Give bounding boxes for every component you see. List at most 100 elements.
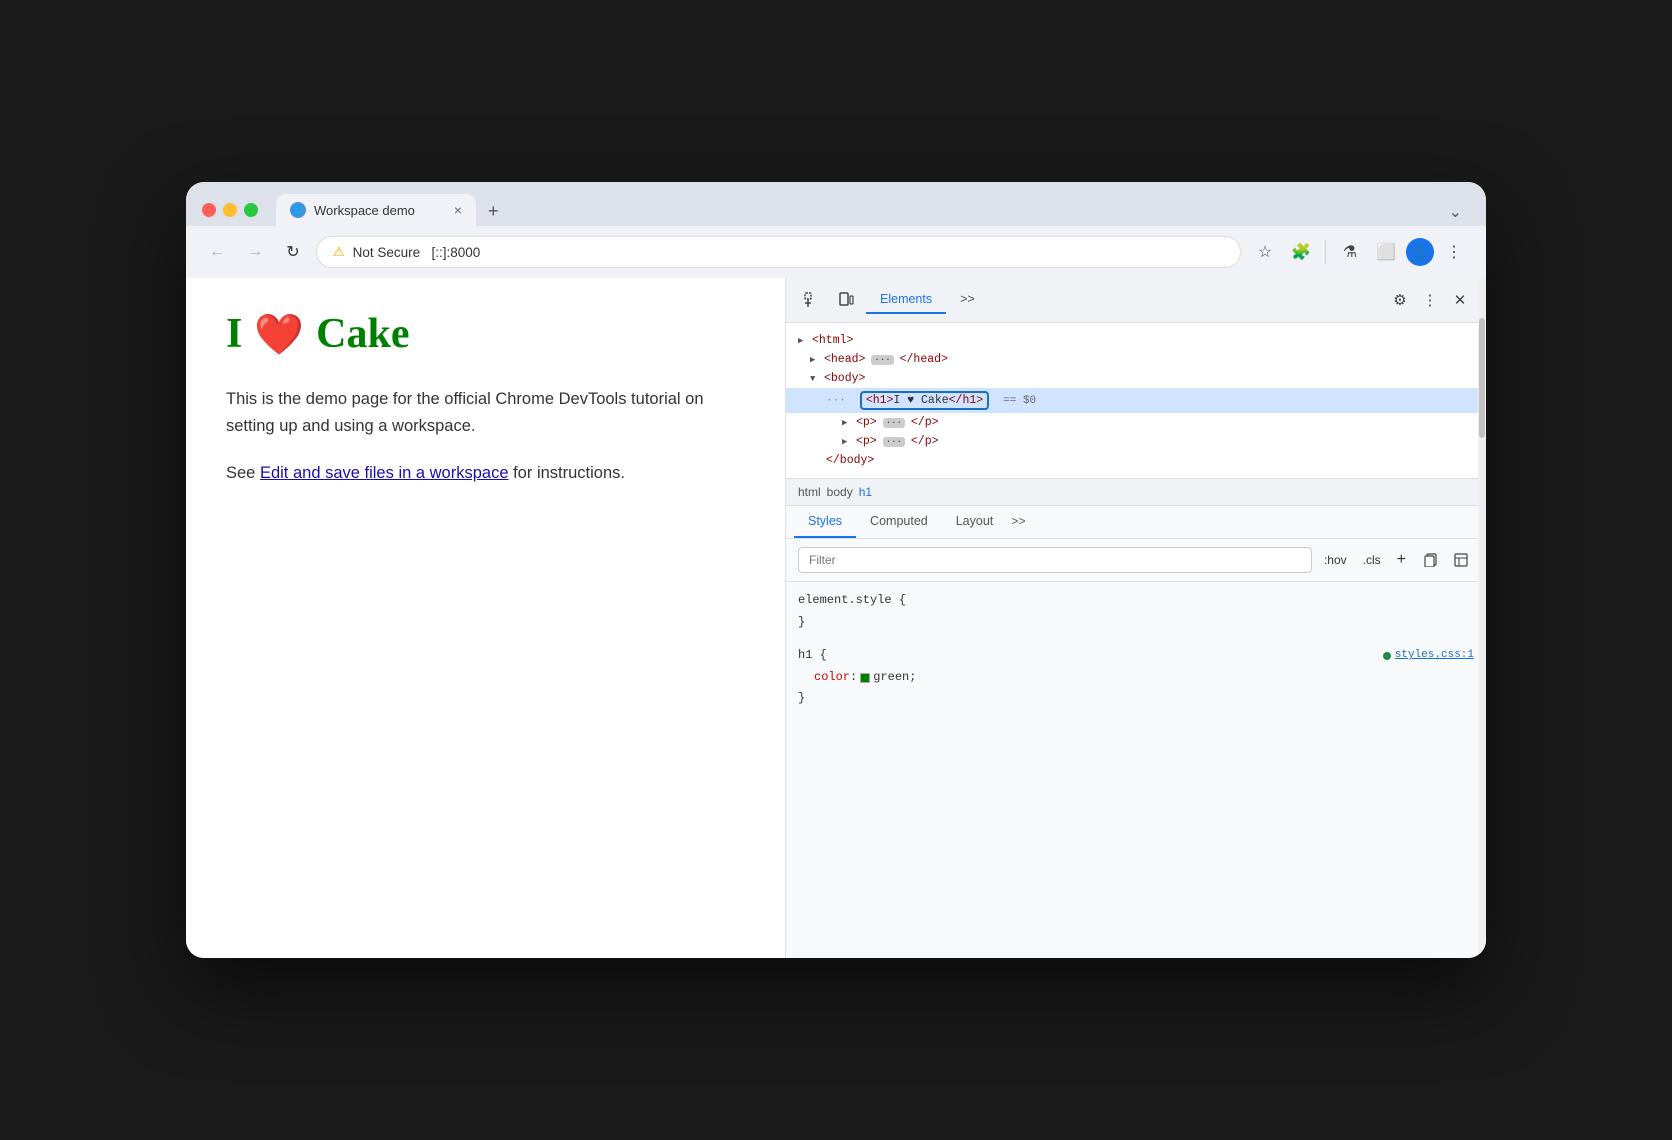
dom-line-p2[interactable]: ▶ <p> ··· </p> — [786, 432, 1486, 451]
tab-list-button[interactable]: ⌄ — [1441, 198, 1470, 226]
styles-tab-more[interactable]: >> — [1011, 515, 1025, 529]
address-text: Not Secure [::]:8000 — [353, 245, 481, 260]
styles-add-button[interactable]: + — [1393, 547, 1410, 573]
styles-filter-icons — [1418, 547, 1474, 573]
address-bar[interactable]: ⚠ Not Secure [::]:8000 — [316, 236, 1241, 268]
styles-copy-button[interactable] — [1418, 547, 1444, 573]
breadcrumb-h1[interactable]: h1 — [859, 485, 872, 499]
styles-filter-input[interactable] — [798, 547, 1312, 573]
css-source-text[interactable]: styles.css:1 — [1395, 646, 1474, 666]
security-warning-icon: ⚠ — [333, 244, 345, 260]
refresh-button[interactable]: ↻ — [278, 237, 308, 267]
styles-layout-button[interactable] — [1448, 547, 1474, 573]
styles-tab-computed[interactable]: Computed — [856, 506, 942, 538]
devtools-toolbar: Elements >> ⚙ ⋮ ✕ — [786, 278, 1486, 323]
dom-h1-open: <h1> — [866, 394, 894, 407]
scrollbar[interactable] — [1478, 278, 1486, 958]
dom-tree: ▶ <html> ▶ <head> ··· </head> ▼ <body> ·… — [786, 323, 1486, 479]
dom-ellipsis-p1: ··· — [883, 418, 905, 428]
css-source-link[interactable]: styles.css:1 — [1383, 646, 1474, 666]
heading-heart: ❤️ — [254, 311, 304, 358]
labs-button[interactable]: ⚗ — [1334, 236, 1366, 268]
dom-ellipsis: ··· — [871, 355, 893, 365]
css-prop-value-green: green; — [873, 667, 916, 689]
styles-tab-styles[interactable]: Styles — [794, 506, 856, 538]
triangle-icon: ▶ — [842, 418, 852, 428]
css-color-property: color : green; — [798, 667, 1474, 689]
triangle-icon: ▶ — [810, 355, 820, 365]
devtools-settings-button[interactable]: ⚙ — [1386, 286, 1414, 314]
devtools-panel: Elements >> ⚙ ⋮ ✕ ▶ <html> ▶ <head> — [786, 278, 1486, 958]
nav-bar: ← → ↻ ⚠ Not Secure [::]:8000 ☆ 🧩 ⚗ ⬜ 👤 ⋮ — [186, 226, 1486, 278]
dom-equals: == $0 — [1003, 395, 1036, 407]
content-area: I ❤️ Cake This is the demo page for the … — [186, 278, 1486, 958]
extensions-button[interactable]: 🧩 — [1285, 236, 1317, 268]
styles-hov-button[interactable]: :hov — [1320, 549, 1351, 571]
maximize-button[interactable] — [244, 203, 258, 217]
css-element-style-selector: element.style { — [798, 590, 1474, 612]
dom-line-body[interactable]: ▼ <body> — [786, 369, 1486, 388]
css-prop-name-color: color — [814, 667, 850, 689]
scrollbar-thumb — [1479, 318, 1485, 438]
dom-body-tag: <body> — [824, 372, 865, 385]
dom-line-body-close[interactable]: </body> — [786, 451, 1486, 470]
css-color-swatch[interactable] — [860, 673, 870, 683]
styles-filter-bar: :hov .cls + — [786, 539, 1486, 582]
minimize-button[interactable] — [223, 203, 237, 217]
devtools-actions: ⚙ ⋮ ✕ — [1386, 286, 1474, 314]
dom-p1-open: <p> — [856, 416, 877, 429]
bookmark-button[interactable]: ☆ — [1249, 236, 1281, 268]
tab-favicon: 🌐 — [290, 202, 306, 218]
css-source-dot — [1383, 652, 1391, 660]
active-tab[interactable]: 🌐 Workspace demo × — [276, 194, 476, 226]
profile-button[interactable]: 👤 — [1406, 238, 1434, 266]
dom-line-html[interactable]: ▶ <html> — [786, 331, 1486, 350]
dom-h1-content: <h1>I ♥ Cake</h1> — [860, 391, 989, 410]
page-content: I ❤️ Cake This is the demo page for the … — [186, 278, 786, 958]
devtools-tab-elements[interactable]: Elements — [866, 286, 946, 314]
css-h1-selector: h1 { — [798, 645, 827, 667]
styles-panel: Styles Computed Layout >> :hov .cls + — [786, 506, 1486, 958]
dom-line-h1[interactable]: ··· <h1>I ♥ Cake</h1> == $0 — [786, 388, 1486, 413]
title-bar: 🌐 Workspace demo × + ⌄ — [186, 182, 1486, 226]
dom-line-p1[interactable]: ▶ <p> ··· </p> — [786, 413, 1486, 432]
breadcrumb-body[interactable]: body — [827, 485, 853, 499]
css-h1-close: } — [798, 688, 1474, 710]
breadcrumb-html[interactable]: html — [798, 485, 821, 499]
dom-ellipsis-p2: ··· — [883, 437, 905, 447]
styles-tab-layout[interactable]: Layout — [942, 506, 1008, 538]
device-tool-button[interactable] — [832, 286, 860, 314]
devtools-tab-more[interactable]: >> — [946, 286, 989, 314]
menu-button[interactable]: ⋮ — [1438, 236, 1470, 268]
browser-window: 🌐 Workspace demo × + ⌄ ← → ↻ ⚠ Not Secur… — [186, 182, 1486, 958]
dom-h1-close: </h1> — [949, 394, 984, 407]
inspect-tool-button[interactable] — [798, 286, 826, 314]
dom-line-head[interactable]: ▶ <head> ··· </head> — [786, 350, 1486, 369]
nav-divider — [1325, 240, 1326, 264]
workspace-link[interactable]: Edit and save files in a workspace — [260, 464, 509, 482]
devtools-close-button[interactable]: ✕ — [1446, 286, 1474, 314]
tab-close-button[interactable]: × — [454, 202, 462, 218]
tab-title: Workspace demo — [314, 203, 415, 218]
devtools-more-button[interactable]: ⋮ — [1416, 286, 1444, 314]
dom-html-tag: <html> — [812, 334, 853, 347]
paragraph-2-prefix: See — [226, 464, 260, 482]
dom-more-button[interactable]: ··· — [826, 395, 846, 407]
css-colon: : — [850, 667, 857, 689]
split-view-button[interactable]: ⬜ — [1370, 236, 1402, 268]
close-button[interactable] — [202, 203, 216, 217]
tab-bar: 🌐 Workspace demo × + ⌄ — [276, 194, 1470, 226]
forward-button[interactable]: → — [240, 237, 270, 267]
styles-cls-button[interactable]: .cls — [1359, 549, 1385, 571]
dom-head-open: <head> — [824, 353, 865, 366]
new-tab-button[interactable]: + — [480, 197, 507, 226]
heading-i: I — [226, 310, 242, 358]
paragraph-1: This is the demo page for the official C… — [226, 386, 745, 440]
nav-icons: ☆ 🧩 ⚗ ⬜ 👤 ⋮ — [1249, 236, 1470, 268]
triangle-icon: ▶ — [842, 437, 852, 447]
dom-p1-close: </p> — [911, 416, 939, 429]
dom-body-close: </body> — [826, 454, 874, 467]
back-button[interactable]: ← — [202, 237, 232, 267]
devtools-tabs: Elements >> — [866, 286, 1380, 314]
page-body: This is the demo page for the official C… — [226, 386, 745, 488]
